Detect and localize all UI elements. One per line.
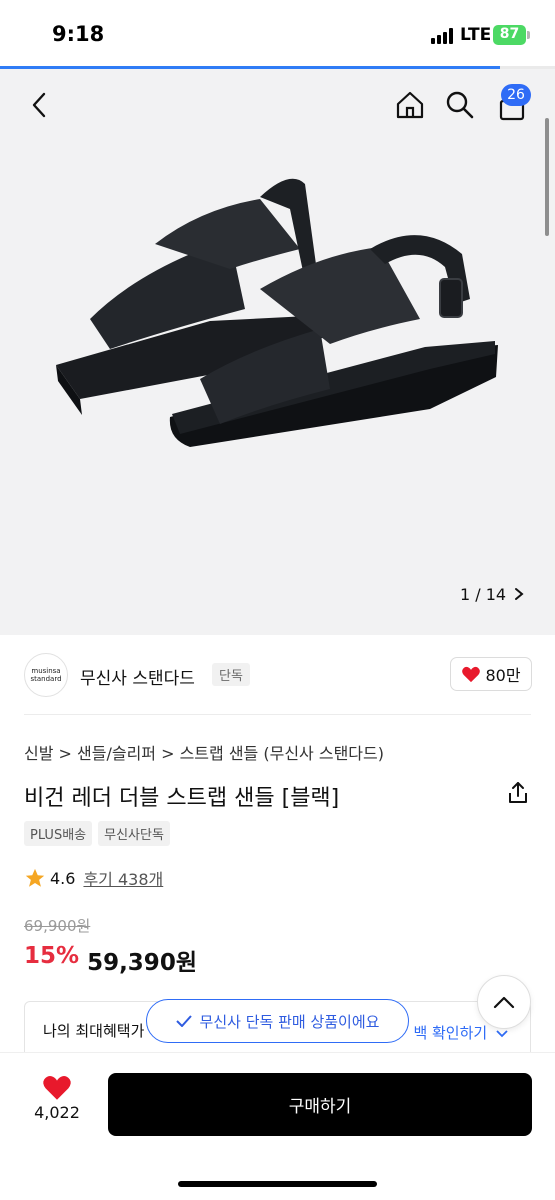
battery-level: 87	[499, 26, 520, 42]
rating-score: 4.6	[50, 868, 76, 888]
search-button[interactable]	[440, 85, 480, 125]
home-button[interactable]	[390, 85, 430, 125]
brand-like-count: 80만	[485, 666, 521, 685]
product-title: 비건 레더 더블 스트랩 샌들 [블랙]	[24, 786, 340, 811]
brand-row[interactable]: musinsa standard 무신사 스탠다드 단독 80만	[0, 640, 555, 716]
brand-logo[interactable]: musinsa standard	[24, 653, 68, 697]
product-like-count: 4,022	[34, 1103, 80, 1122]
exclusive-badge: 단독	[212, 663, 250, 686]
chevron-left-icon	[32, 92, 46, 118]
sale-price: 59,390원	[87, 950, 197, 976]
battery-icon: 87	[493, 25, 526, 45]
search-icon	[446, 91, 474, 119]
status-bar: 9:18 LTE 87	[0, 0, 555, 68]
brand-logo-line2: standard	[30, 675, 62, 683]
image-index: 1 / 14	[460, 584, 507, 604]
review-link[interactable]: 후기 438개	[83, 866, 163, 890]
scroll-top-button[interactable]	[477, 975, 531, 1029]
tag-exclusive: 무신사단독	[98, 821, 170, 846]
chevron-right-icon	[515, 588, 524, 600]
star-icon	[25, 868, 45, 887]
product-image-carousel[interactable]: 1 / 14	[0, 69, 555, 635]
home-icon	[396, 91, 424, 119]
chevron-down-icon	[496, 1030, 508, 1038]
benefit-link-label: 백 확인하기	[413, 1024, 488, 1042]
share-button[interactable]	[505, 780, 531, 806]
exclusive-toast: 무신사 단독 판매 상품이에요	[146, 999, 409, 1043]
bottom-action-bar: 4,022 구매하기	[0, 1052, 555, 1200]
network-label: LTE	[460, 25, 492, 45]
battery-cap	[527, 31, 530, 39]
brand-like-button[interactable]: 80만	[450, 657, 532, 691]
rating-row[interactable]: 4.6 후기 438개	[24, 866, 163, 890]
product-like-button[interactable]: 4,022	[24, 1073, 90, 1122]
back-button[interactable]	[20, 85, 60, 125]
heart-icon	[43, 1075, 71, 1100]
product-image	[56, 178, 499, 447]
heart-icon	[462, 666, 481, 683]
status-time: 9:18	[52, 22, 105, 46]
tag-plus-delivery: PLUS배송	[24, 821, 93, 846]
product-tags: PLUS배송 무신사단독	[24, 821, 170, 846]
cart-count-badge: 26	[501, 84, 531, 106]
original-price: 69,900원	[24, 917, 91, 935]
price-row: 15% 59,390원	[24, 943, 197, 977]
brand-name[interactable]: 무신사 스탠다드	[80, 664, 195, 689]
signal-icon	[431, 28, 455, 44]
benefit-label: 나의 최대혜택가	[43, 1022, 145, 1040]
discount-rate: 15%	[24, 943, 80, 969]
check-icon	[175, 1015, 192, 1027]
breadcrumb[interactable]: 신발 > 샌들/슬리퍼 > 스트랩 샌들 (무신사 스탠다드)	[24, 740, 384, 764]
toast-text: 무신사 단독 판매 상품이에요	[199, 1012, 380, 1031]
image-counter[interactable]: 1 / 14	[450, 578, 534, 610]
divider	[24, 714, 531, 715]
scroll-indicator	[545, 118, 549, 236]
buy-button[interactable]: 구매하기	[108, 1073, 532, 1136]
brand-logo-line1: musinsa	[31, 667, 61, 675]
home-indicator	[178, 1181, 377, 1187]
share-icon	[509, 782, 527, 803]
chevron-up-icon	[493, 996, 515, 1009]
